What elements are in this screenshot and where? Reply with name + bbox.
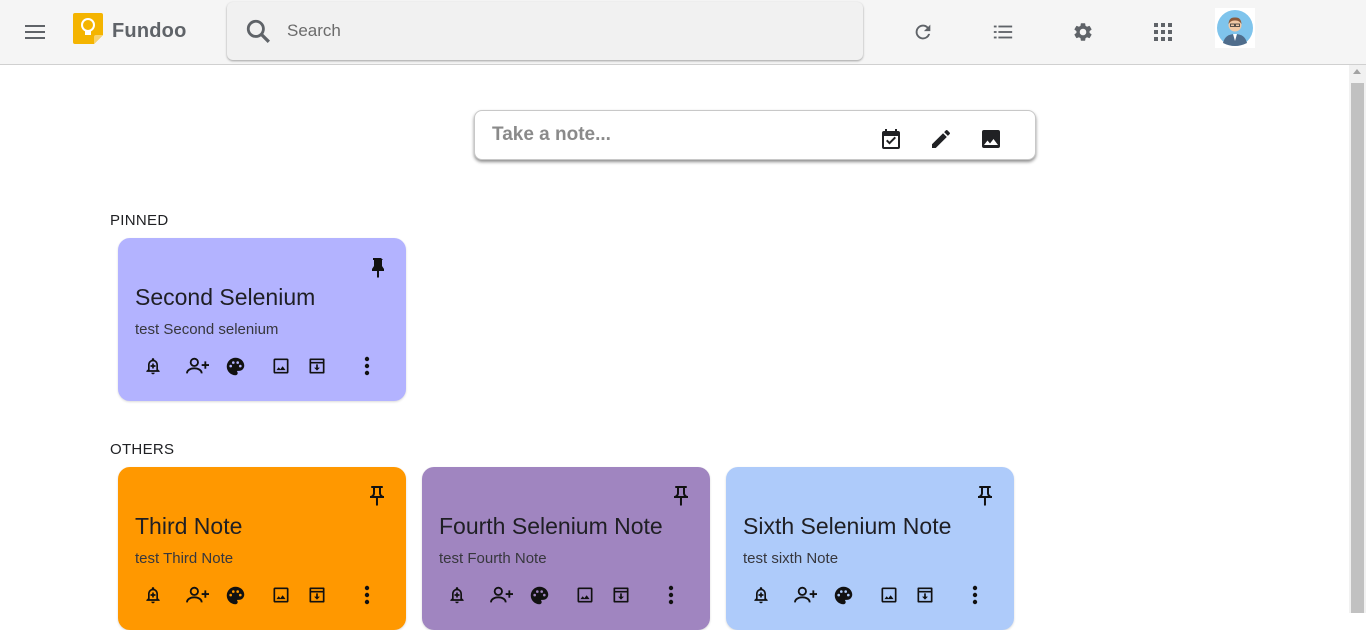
note-title: Third Note: [135, 513, 243, 539]
note-card[interactable]: Sixth Selenium Note test sixth Note: [726, 467, 1014, 630]
color-button[interactable]: [831, 583, 855, 607]
note-actions: [118, 583, 406, 609]
pin-icon[interactable]: [365, 484, 389, 508]
archive-icon: [613, 587, 629, 603]
settings-button[interactable]: [1066, 14, 1100, 50]
list-view-icon: [993, 25, 1013, 39]
add-image-button[interactable]: [877, 583, 901, 607]
apps-grid-icon: [1154, 23, 1172, 41]
pin-icon[interactable]: [365, 255, 389, 279]
archive-button[interactable]: [913, 583, 937, 607]
add-image-button[interactable]: [269, 583, 293, 607]
add-image-button[interactable]: [573, 583, 597, 607]
search-input[interactable]: [287, 16, 847, 46]
apps-button[interactable]: [1146, 14, 1180, 50]
pin-icon[interactable]: [669, 484, 693, 508]
color-button[interactable]: [223, 354, 247, 378]
bell-plus-icon: [146, 358, 160, 375]
person-add-icon: [186, 357, 209, 374]
person-add-icon: [794, 586, 817, 603]
pin-icon[interactable]: [973, 484, 997, 508]
archive-icon: [309, 587, 325, 603]
remind-button[interactable]: [141, 583, 165, 607]
checkbox-calendar-icon[interactable]: [879, 127, 903, 151]
gear-icon: [1074, 23, 1092, 41]
more-vert-icon: [364, 356, 370, 376]
image-icon: [273, 358, 289, 374]
page-scrollbar[interactable]: [1349, 65, 1366, 613]
image-icon: [577, 587, 593, 603]
collaborator-button[interactable]: [186, 354, 210, 378]
collaborator-button[interactable]: [794, 583, 818, 607]
collaborator-button[interactable]: [186, 583, 210, 607]
remind-button[interactable]: [141, 354, 165, 378]
list-view-button[interactable]: [986, 14, 1020, 50]
color-button[interactable]: [223, 583, 247, 607]
archive-button[interactable]: [305, 354, 329, 378]
more-button[interactable]: [963, 583, 987, 607]
archive-icon: [309, 358, 325, 374]
avatar-icon: [1217, 10, 1253, 46]
note-actions: [726, 583, 1014, 609]
avatar[interactable]: [1215, 8, 1255, 48]
color-button[interactable]: [527, 583, 551, 607]
note-title: Second Selenium: [135, 284, 316, 310]
note-card[interactable]: Second Selenium test Second selenium: [118, 238, 406, 401]
more-button[interactable]: [659, 583, 683, 607]
image-icon: [881, 587, 897, 603]
bell-plus-icon: [450, 587, 464, 604]
app-title: Fundoo: [112, 20, 187, 42]
more-vert-icon: [364, 585, 370, 605]
archive-button[interactable]: [305, 583, 329, 607]
image-icon[interactable]: [979, 127, 1003, 151]
palette-icon: [226, 357, 244, 375]
search-icon[interactable]: [245, 18, 271, 44]
section-label-others: OTHERS: [110, 441, 175, 458]
section-label-pinned: PINNED: [110, 212, 169, 229]
bell-plus-icon: [754, 587, 768, 604]
image-icon: [273, 587, 289, 603]
more-vert-icon: [668, 585, 674, 605]
archive-button[interactable]: [609, 583, 633, 607]
add-image-button[interactable]: [269, 354, 293, 378]
note-card[interactable]: Third Note test Third Note: [118, 467, 406, 630]
archive-icon: [917, 587, 933, 603]
bell-plus-icon: [146, 587, 160, 604]
note-title: Fourth Selenium Note: [439, 513, 663, 539]
refresh-button[interactable]: [906, 14, 940, 50]
collaborator-button[interactable]: [490, 583, 514, 607]
palette-icon: [834, 586, 852, 604]
take-note-placeholder[interactable]: Take a note...: [492, 124, 611, 146]
pencil-icon[interactable]: [929, 127, 953, 151]
take-note-bar[interactable]: Take a note...: [474, 110, 1036, 160]
person-add-icon: [490, 586, 513, 603]
note-body: test sixth Note: [743, 550, 839, 567]
person-add-icon: [186, 586, 209, 603]
app-logo: [72, 13, 104, 45]
remind-button[interactable]: [749, 583, 773, 607]
note-actions: [118, 354, 406, 380]
lightbulb-icon: [73, 13, 103, 44]
palette-icon: [530, 586, 548, 604]
menu-icon: [25, 25, 45, 39]
note-title: Sixth Selenium Note: [743, 513, 952, 539]
note-card[interactable]: Fourth Selenium Note test Fourth Note: [422, 467, 710, 630]
note-body: test Second selenium: [135, 321, 279, 338]
search-bar[interactable]: [227, 2, 863, 60]
menu-button[interactable]: [18, 14, 54, 50]
scroll-thumb[interactable]: [1351, 83, 1364, 613]
more-button[interactable]: [355, 583, 379, 607]
palette-icon: [226, 586, 244, 604]
remind-button[interactable]: [445, 583, 469, 607]
note-actions: [422, 583, 710, 609]
more-button[interactable]: [355, 354, 379, 378]
top-app-bar: Fundoo: [0, 0, 1366, 65]
more-vert-icon: [972, 585, 978, 605]
refresh-icon: [915, 24, 931, 40]
note-body: test Third Note: [135, 550, 234, 567]
note-body: test Fourth Note: [439, 550, 547, 567]
scroll-up-arrow[interactable]: [1353, 69, 1361, 74]
